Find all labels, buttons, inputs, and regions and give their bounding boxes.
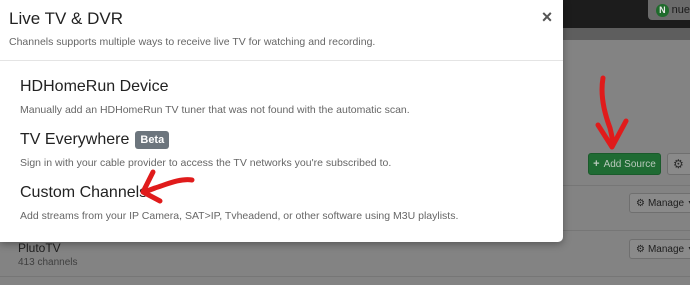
- option-tv-everywhere[interactable]: TV Everywhere Beta Sign in with your cab…: [20, 131, 391, 169]
- manage-button[interactable]: ⚙ Manage ▼: [629, 239, 690, 259]
- plus-icon: +: [593, 158, 600, 170]
- source-name: PlutoTV: [18, 241, 61, 255]
- option-description: Manually add an HDHomeRun TV tuner that …: [20, 104, 410, 116]
- gear-icon: ⚙: [636, 243, 645, 255]
- gear-icon: ⚙: [636, 197, 645, 209]
- gear-icon: ⚙: [673, 157, 684, 171]
- option-description: Add streams from your IP Camera, SAT>IP,…: [20, 210, 459, 222]
- manage-label: Manage: [647, 243, 685, 255]
- add-source-label: Add Source: [603, 158, 656, 170]
- option-title-row[interactable]: TV Everywhere Beta: [20, 131, 391, 149]
- modal-subtitle: Channels supports multiple ways to recei…: [9, 36, 376, 48]
- avatar: N: [656, 3, 669, 17]
- modal-divider: [0, 60, 563, 61]
- option-custom-channels[interactable]: Custom Channels Add streams from your IP…: [20, 184, 458, 222]
- close-icon[interactable]: ×: [540, 8, 554, 26]
- username: nue: [671, 4, 690, 16]
- option-title[interactable]: Custom Channels: [20, 184, 458, 202]
- manage-button[interactable]: ⚙ Manage ▼: [629, 193, 690, 213]
- option-description: Sign in with your cable provider to acce…: [20, 157, 392, 169]
- manage-label: Manage: [647, 197, 685, 209]
- modal-title: Live TV & DVR: [9, 9, 124, 28]
- add-source-button[interactable]: + Add Source: [588, 153, 661, 175]
- live-tv-dvr-modal: Live TV & DVR × Channels supports multip…: [0, 0, 563, 242]
- option-title[interactable]: TV Everywhere: [20, 131, 129, 149]
- option-title[interactable]: HDHomeRun Device: [20, 78, 410, 96]
- user-menu[interactable]: N nue: [648, 0, 690, 20]
- beta-badge: Beta: [135, 131, 170, 149]
- option-hdhomerun[interactable]: HDHomeRun Device Manually add an HDHomeR…: [20, 78, 410, 116]
- settings-dropdown-button[interactable]: ⚙: [667, 153, 690, 175]
- source-channel-count: 413 channels: [18, 257, 78, 268]
- row-divider: [0, 276, 690, 277]
